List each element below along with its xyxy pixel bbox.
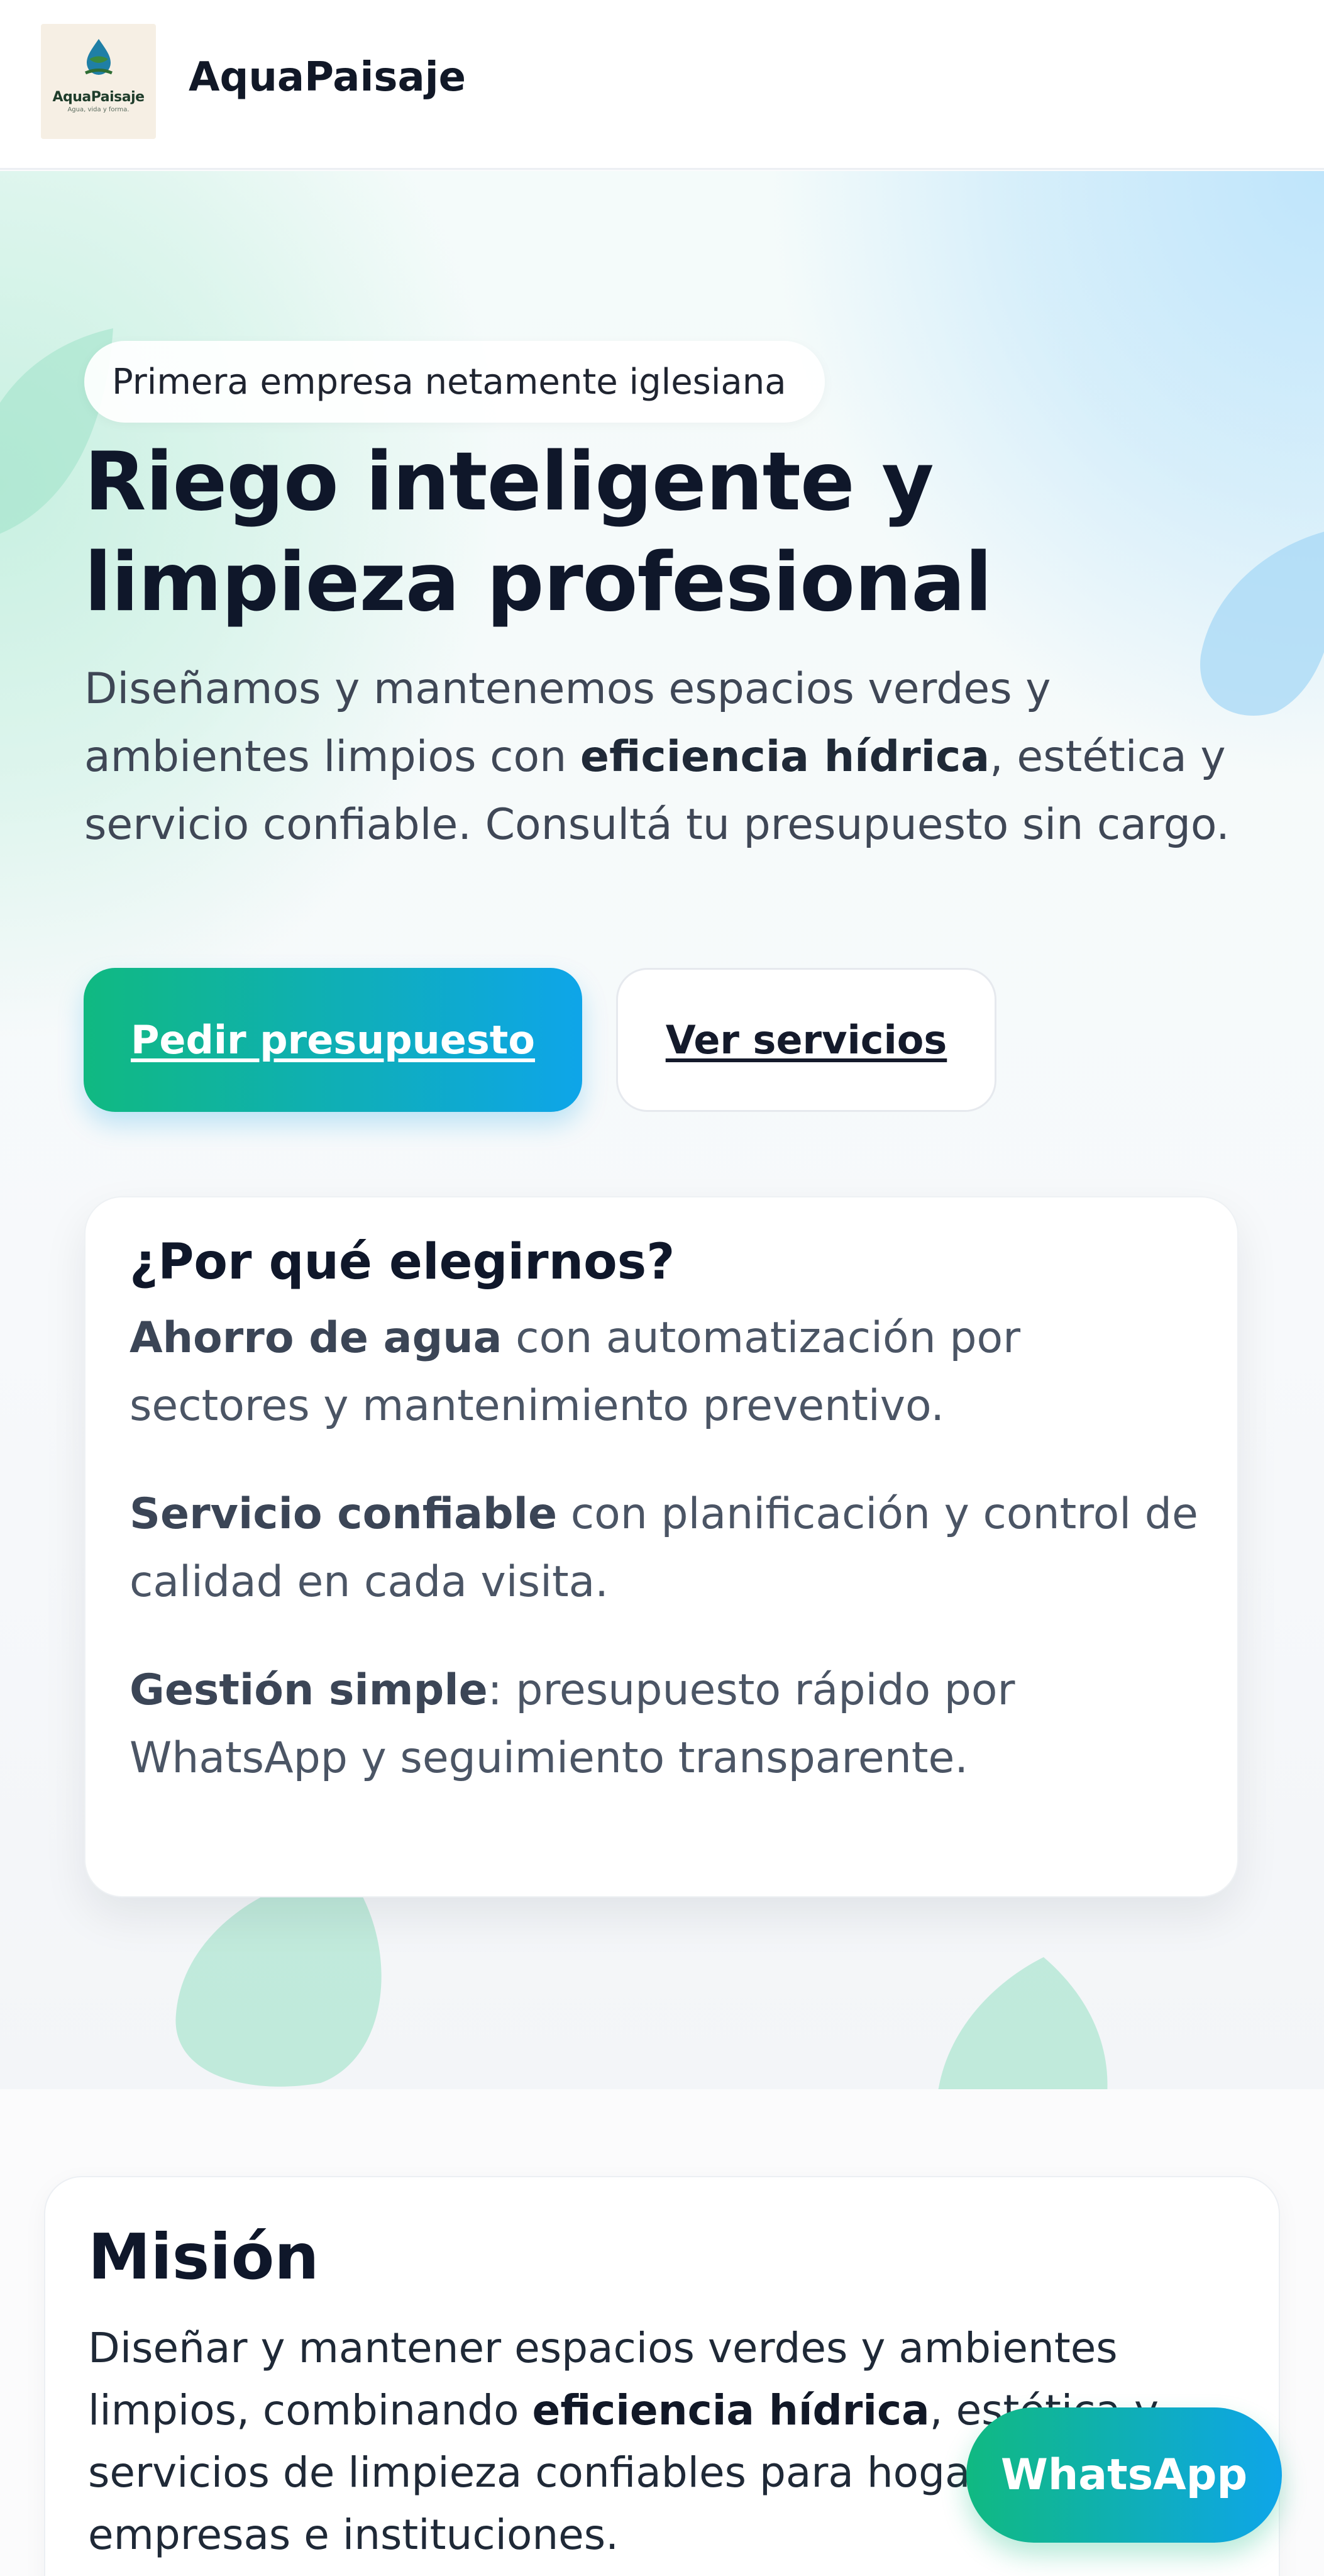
hero-section: Primera empresa netamente iglesiana Rieg… [0, 171, 1324, 2089]
logo-name: AquaPaisaje [52, 89, 145, 105]
mission-title: Misión [88, 2220, 319, 2294]
request-quote-button[interactable]: Pedir presupuesto [84, 968, 582, 1112]
site-header: AquaPaisaje Agua, vida y forma. AquaPais… [0, 0, 1324, 170]
why-item-bold: Ahorro de agua [130, 1313, 502, 1363]
water-drop-leaf-icon [84, 39, 113, 75]
why-card-title: ¿Por qué elegirnos? [130, 1234, 675, 1291]
hero-badge: Primera empresa netamente iglesiana [84, 341, 825, 423]
logo-tagline: Agua, vida y forma. [67, 106, 130, 113]
hero-title: Riego inteligente y limpieza profesional [84, 432, 1279, 633]
why-item-bold: Gestión simple [130, 1665, 488, 1715]
why-item: Ahorro de agua con automatización por se… [130, 1304, 1211, 1440]
view-services-button[interactable]: Ver servicios [616, 968, 996, 1112]
hero-lead: Diseñamos y mantenemos espacios verdes y… [84, 655, 1279, 859]
mission-text-bold: eficiencia hídrica [532, 2386, 930, 2434]
hero-title-line2: limpieza profesional [84, 536, 992, 630]
why-choose-us-card: ¿Por qué elegirnos? Ahorro de agua con a… [84, 1196, 1238, 1897]
brand-name[interactable]: AquaPaisaje [189, 54, 466, 101]
leaf-decoration-icon [175, 1869, 382, 2087]
why-item: Gestión simple: presupuesto rápido por W… [130, 1657, 1211, 1792]
hero-title-line1: Riego inteligente y [84, 435, 934, 529]
leaf-decoration-icon [938, 1957, 1108, 2089]
logo[interactable]: AquaPaisaje Agua, vida y forma. [41, 24, 156, 139]
hero-lead-bold: eficiencia hídrica [580, 732, 990, 782]
why-item-bold: Servicio confiable [130, 1489, 558, 1539]
why-item: Servicio confiable con planificación y c… [130, 1480, 1211, 1616]
whatsapp-button[interactable]: WhatsApp [966, 2407, 1282, 2543]
